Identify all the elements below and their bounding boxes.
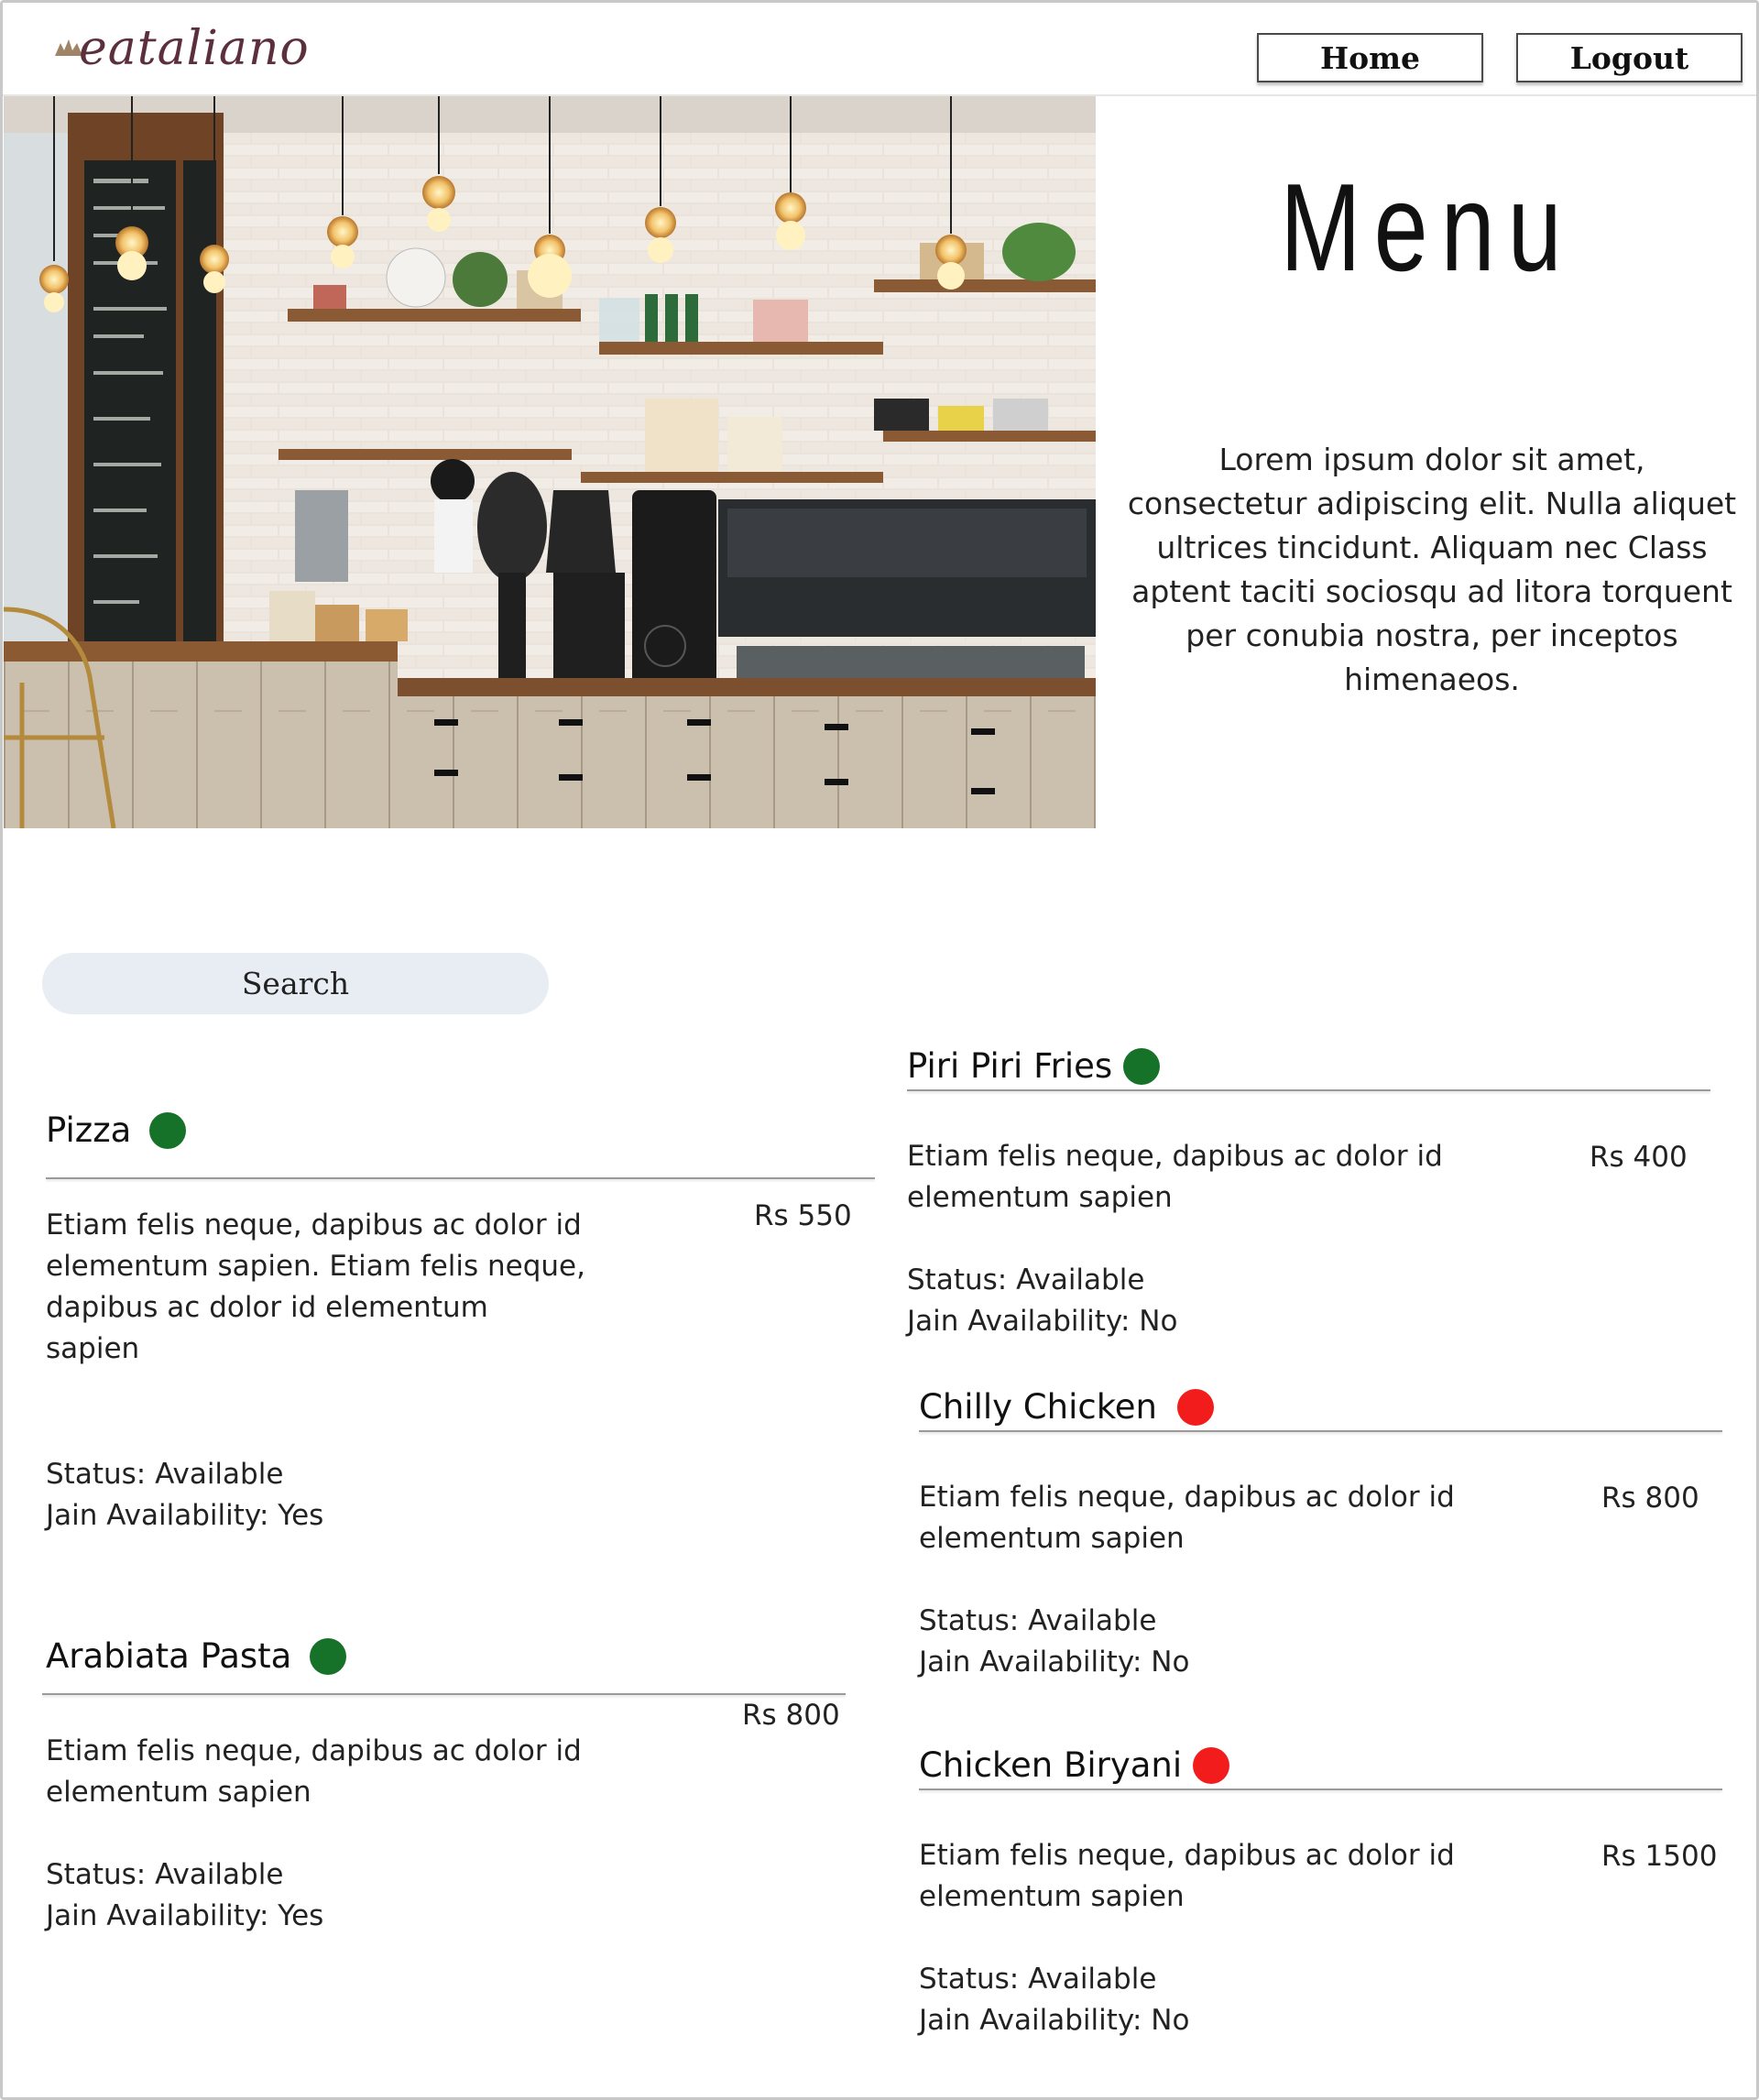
logout-button[interactable]: Logout — [1516, 33, 1743, 82]
item-divider — [907, 1089, 1710, 1091]
item-jain-availability: Jain Availability: No — [907, 1305, 1178, 1338]
item-status: Status: Available — [919, 1604, 1157, 1637]
menu-item-arabiata-pasta[interactable]: Arabiata Pasta Rs 800 Etiam felis neque,… — [42, 1636, 858, 1939]
menu-item-piri-piri-fries[interactable]: Piri Piri Fries Etiam felis neque, dapib… — [907, 1046, 1713, 1349]
item-divider — [919, 1430, 1722, 1432]
menu-item-chilly-chicken[interactable]: Chilly Chicken Etiam felis neque, dapibu… — [919, 1387, 1725, 1690]
page-title: Menu — [1280, 158, 1575, 297]
veg-indicator-icon — [1123, 1047, 1161, 1085]
veg-indicator-icon — [149, 1111, 187, 1149]
search-button[interactable]: Search — [42, 953, 549, 1014]
item-description: Etiam felis neque, dapibus ac dolor id e… — [46, 1209, 585, 1365]
item-status: Status: Available — [907, 1263, 1145, 1296]
item-description: Etiam felis neque, dapibus ac dolor id e… — [46, 1734, 582, 1809]
menu-item-pizza[interactable]: Pizza Etiam felis neque, dapibus ac dolo… — [46, 1110, 880, 1541]
item-name: Piri Piri Fries — [907, 1046, 1113, 1086]
top-nav-bar: eataliano Home Logout — [3, 3, 1756, 96]
item-divider — [46, 1177, 875, 1179]
item-jain-availability: Jain Availability: No — [919, 2004, 1190, 2037]
item-price: Rs 800 — [1601, 1482, 1699, 1515]
item-jain-availability: Jain Availability: Yes — [46, 1499, 324, 1532]
item-price: Rs 400 — [1590, 1141, 1688, 1174]
non-veg-indicator-icon — [1193, 1746, 1230, 1784]
item-status: Status: Available — [919, 1963, 1157, 1996]
home-button[interactable]: Home — [1257, 33, 1483, 82]
non-veg-indicator-icon — [1177, 1388, 1215, 1426]
cafe-photo-illustration — [4, 96, 1096, 828]
item-name: Chilly Chicken — [919, 1387, 1158, 1427]
item-name: Pizza — [46, 1110, 132, 1150]
intro-text: Lorem ipsum dolor sit amet, consectetur … — [1127, 442, 1737, 697]
item-status: Status: Available — [46, 1858, 284, 1891]
item-description: Etiam felis neque, dapibus ac dolor id e… — [907, 1140, 1443, 1214]
item-price: Rs 1500 — [1601, 1840, 1718, 1873]
item-name: Arabiata Pasta — [46, 1636, 292, 1676]
hero-cafe-image — [4, 96, 1096, 828]
logo-text: eataliano — [79, 21, 310, 76]
menu-item-chicken-biryani[interactable]: Chicken Biryani Etiam felis neque, dapib… — [919, 1745, 1725, 2048]
item-divider — [42, 1693, 846, 1695]
item-description: Etiam felis neque, dapibus ac dolor id e… — [919, 1481, 1455, 1555]
item-status: Status: Available — [46, 1458, 284, 1491]
item-jain-availability: Jain Availability: No — [919, 1646, 1190, 1679]
eataliano-logo[interactable]: eataliano — [53, 19, 309, 83]
veg-indicator-icon — [310, 1637, 347, 1675]
item-price: Rs 800 — [742, 1699, 840, 1732]
item-price: Rs 550 — [754, 1199, 852, 1232]
item-description: Etiam felis neque, dapibus ac dolor id e… — [919, 1839, 1455, 1913]
item-divider — [919, 1788, 1722, 1790]
item-name: Chicken Biryani — [919, 1745, 1183, 1785]
item-jain-availability: Jain Availability: Yes — [46, 1899, 324, 1932]
